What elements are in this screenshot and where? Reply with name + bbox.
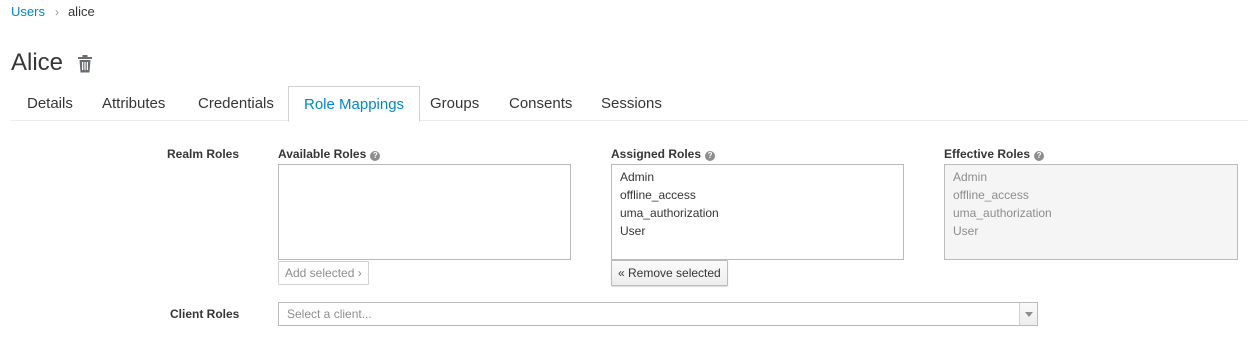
breadcrumb-separator: › — [54, 5, 59, 19]
page-header: Alice — [11, 49, 93, 77]
available-roles-heading: Available Roles? — [278, 147, 381, 161]
effective-role-user: User — [953, 224, 979, 238]
breadcrumb-current: alice — [67, 4, 95, 19]
client-select-placeholder: Select a client... — [287, 307, 372, 321]
breadcrumb-users-link[interactable]: Users — [11, 4, 45, 20]
tab-bar: Details Attributes Credentials Role Mapp… — [11, 86, 1248, 122]
tab-details[interactable]: Details — [12, 86, 88, 121]
tab-attributes[interactable]: Attributes — [87, 86, 180, 121]
tab-groups[interactable]: Groups — [415, 86, 494, 121]
tab-consents[interactable]: Consents — [494, 86, 587, 121]
realm-roles-label: Realm Roles — [167, 147, 240, 161]
tab-role-mappings[interactable]: Role Mappings — [288, 86, 421, 122]
role-option-admin[interactable]: Admin — [620, 168, 903, 186]
help-icon[interactable]: ? — [705, 151, 716, 161]
role-option-offline-access[interactable]: offline_access — [620, 186, 903, 204]
chevron-down-icon[interactable] — [1019, 303, 1037, 325]
tab-credentials[interactable]: Credentials — [183, 86, 289, 121]
effective-role-admin: Admin — [953, 170, 988, 184]
breadcrumb: Users › alice — [11, 4, 95, 20]
remove-selected-button[interactable]: « Remove selected — [611, 260, 728, 286]
assigned-roles-heading: Assigned Roles? — [611, 147, 716, 161]
tab-sessions[interactable]: Sessions — [586, 86, 677, 121]
trash-icon[interactable] — [77, 55, 93, 73]
role-option-uma-authorization[interactable]: uma_authorization — [620, 204, 903, 222]
assigned-roles-listbox[interactable]: Admin offline_access uma_authorization U… — [611, 164, 904, 260]
effective-roles-heading: Effective Roles? — [944, 147, 1045, 161]
help-icon[interactable]: ? — [370, 151, 381, 161]
available-roles-label: Available Roles — [278, 147, 367, 161]
client-select[interactable]: Select a client... — [278, 302, 1038, 326]
add-selected-button[interactable]: Add selected › — [278, 261, 369, 285]
role-option-user[interactable]: User — [620, 222, 903, 240]
effective-roles-label: Effective Roles — [944, 147, 1031, 161]
client-roles-label: Client Roles — [170, 307, 240, 321]
effective-roles-listbox: Admin offline_access uma_authorization U… — [944, 164, 1238, 260]
effective-role-uma-authorization: uma_authorization — [953, 206, 1052, 220]
available-roles-listbox[interactable] — [278, 164, 571, 260]
help-icon[interactable]: ? — [1034, 151, 1045, 161]
effective-role-offline-access: offline_access — [953, 188, 1029, 202]
page-title: Alice — [11, 49, 64, 76]
assigned-roles-label: Assigned Roles — [611, 147, 702, 161]
